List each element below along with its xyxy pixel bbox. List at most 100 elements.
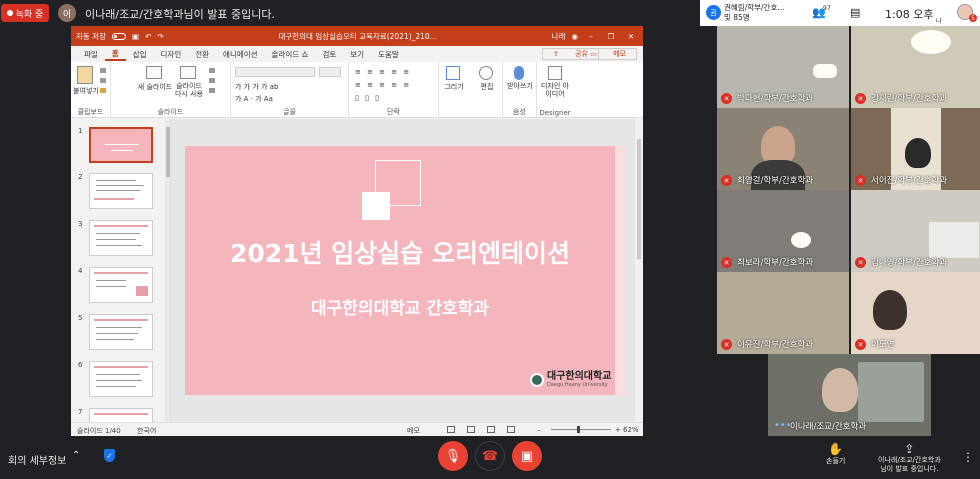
participant-tile[interactable]: ✕ 최영걸/학부/간호학과	[717, 108, 849, 190]
chevron-up-icon[interactable]: ⌃	[72, 450, 80, 461]
participant-tile[interactable]: ✕ 이유진/학부/간호학과	[717, 272, 849, 354]
reading-view-icon[interactable]	[487, 426, 495, 433]
slide-thumbnail-6[interactable]	[89, 361, 153, 397]
layout-icon[interactable]	[209, 68, 215, 73]
recording-badge[interactable]: 녹화 중	[1, 4, 49, 22]
reuse-slide-icon[interactable]	[180, 66, 196, 79]
zoom-in-icon[interactable]: +	[615, 426, 621, 434]
presenting-button[interactable]: ⇪ 이나래/조교/간호학과 님이 발표 중입니다.	[878, 442, 941, 474]
more-options-icon[interactable]: ⋮	[962, 450, 974, 464]
editor-scrollbar[interactable]	[635, 119, 643, 422]
university-seal-icon	[530, 373, 544, 387]
meeting-details-button[interactable]: 회의 세부정보	[8, 452, 66, 467]
leave-call-button[interactable]: ☎	[475, 441, 505, 471]
redo-icon[interactable]: ↷	[157, 32, 163, 41]
user-avatar-icon[interactable]: ◉	[571, 32, 578, 41]
mic-muted-icon: ✕	[855, 175, 866, 186]
font-size-select[interactable]	[319, 67, 341, 77]
participant-tile[interactable]: ✕ 김재린/학부/간호학과	[851, 26, 980, 108]
language-indicator[interactable]: 한국어	[137, 426, 156, 436]
slide-thumbnail-2[interactable]	[89, 173, 153, 209]
zoom-slider-handle[interactable]	[577, 426, 580, 433]
reuse-slide-label[interactable]: 슬라이드 다시 사용	[173, 82, 205, 98]
search-icon[interactable]	[479, 66, 493, 80]
participant-tile[interactable]: ✕ 서이진/학부/간호학과	[851, 108, 980, 190]
scroll-thumb[interactable]	[637, 139, 641, 259]
tab-help[interactable]: 도움말	[371, 49, 406, 60]
design-ideas-label[interactable]: 디자인 아이디어	[539, 82, 571, 98]
tab-home[interactable]: 홈	[104, 48, 126, 61]
dictate-label[interactable]: 받아쓰기	[505, 82, 535, 90]
paste-label[interactable]: 붙여넣기	[73, 86, 99, 96]
cut-icon[interactable]	[100, 68, 106, 73]
presenter-tile[interactable]: ••• 이나래/조교/간호학과	[768, 354, 931, 436]
zoom-out-icon[interactable]: –	[537, 426, 541, 434]
font-color-icons[interactable]: 가 A · 가 Aa	[235, 94, 273, 104]
draw-label[interactable]: 그리기	[441, 82, 467, 92]
slide-sorter-icon[interactable]	[467, 426, 475, 433]
tab-transitions[interactable]: 전환	[188, 49, 216, 60]
slide-thumbnail-1[interactable]	[89, 127, 153, 163]
save-icon[interactable]: ▣	[132, 32, 139, 41]
comments-button[interactable]: ▭ 메모	[579, 48, 637, 60]
minimize-icon[interactable]: –	[584, 32, 598, 41]
microphone-icon[interactable]	[514, 66, 524, 80]
participant-tile[interactable]: ✕ 최보라/학부/간호학과	[717, 190, 849, 272]
shield-icon[interactable]: ✓	[104, 449, 115, 462]
text-direction-icons[interactable]: ▯ ▯ ▯	[355, 94, 381, 102]
raise-hand-button[interactable]: ✋ 손들기	[826, 442, 845, 466]
tab-view[interactable]: 보기	[343, 49, 371, 60]
design-ideas-icon[interactable]	[548, 66, 562, 80]
participant-tile[interactable]: ✕ 박다현/학부/간호학과	[717, 26, 849, 108]
slide-thumbnail-4[interactable]	[89, 267, 153, 303]
notes-button[interactable]: 메모	[407, 426, 420, 436]
undo-icon[interactable]: ↶	[145, 32, 151, 41]
participant-tile[interactable]: ✕ 김나영/학부/간호학과	[851, 190, 980, 272]
university-logo: 대구한의대학교 Daegu Haany University	[530, 372, 611, 388]
slide-thumbnail-7[interactable]	[89, 408, 153, 422]
font-style-icons[interactable]: 가 가 가 가 ab	[235, 82, 278, 92]
presenting-line-2: 님이 발표 중입니다.	[880, 465, 939, 473]
zoom-slider[interactable]	[551, 429, 611, 430]
restore-icon[interactable]: ❐	[604, 32, 618, 41]
autosave-toggle[interactable]	[111, 32, 126, 40]
tab-animations[interactable]: 애니메이션	[216, 49, 265, 60]
slide-thumbnail-5[interactable]	[89, 314, 153, 350]
reset-icon[interactable]	[209, 78, 215, 83]
paste-icon[interactable]	[77, 66, 93, 84]
logo-text-block: 대구한의대학교 Daegu Haany University	[547, 372, 611, 389]
slide-title[interactable]: 2021년 임상실습 오리엔테이션	[185, 234, 615, 270]
slide-thumbnail-3[interactable]	[89, 220, 153, 256]
tab-file[interactable]: 파일	[77, 49, 105, 60]
slide-edge	[615, 146, 625, 395]
scroll-thumb[interactable]	[166, 127, 170, 177]
tab-insert[interactable]: 삽입	[126, 49, 154, 60]
tab-review[interactable]: 검토	[315, 49, 343, 60]
new-slide-label[interactable]: 새 슬라이드	[137, 82, 173, 92]
close-icon[interactable]: ✕	[624, 32, 638, 41]
format-painter-icon[interactable]	[100, 88, 106, 93]
slideshow-view-icon[interactable]	[507, 426, 515, 433]
font-family-select[interactable]	[235, 67, 315, 77]
align-icons[interactable]: ≡ ≡ ≡ ≡ ≡	[355, 81, 411, 89]
tab-slideshow[interactable]: 슬라이드 쇼	[265, 49, 316, 60]
camera-toggle-button[interactable]: ▣	[512, 441, 542, 471]
participant-tile[interactable]: ✕ 이도연	[851, 272, 980, 354]
new-slide-icon[interactable]	[146, 66, 162, 79]
edit-label[interactable]: 편집	[474, 82, 500, 92]
hand-icon: ✋	[828, 442, 844, 456]
copy-icon[interactable]	[100, 78, 106, 83]
user-name: 나래	[551, 31, 566, 41]
mic-toggle-button[interactable]: 🎙	[438, 441, 468, 471]
slide-thumbnail-pane: 1 2 3 4 5 6 7	[71, 119, 171, 422]
chat-icon[interactable]: ▤	[850, 6, 860, 19]
section-icon[interactable]	[209, 88, 215, 93]
zoom-level[interactable]: 62%	[623, 426, 639, 434]
list-icons[interactable]: ≡ ≡ ≡ ≡ ≡	[355, 68, 411, 76]
current-slide[interactable]: 2021년 임상실습 오리엔테이션 대구한의대학교 간호학과 대구한의대학교 D…	[185, 146, 625, 395]
tab-design[interactable]: 디자인	[154, 49, 189, 60]
mic-muted-icon: ✕	[855, 339, 866, 350]
slide-subtitle[interactable]: 대구한의대학교 간호학과	[185, 294, 615, 319]
draw-icon[interactable]	[446, 66, 460, 80]
normal-view-icon[interactable]	[447, 426, 455, 433]
